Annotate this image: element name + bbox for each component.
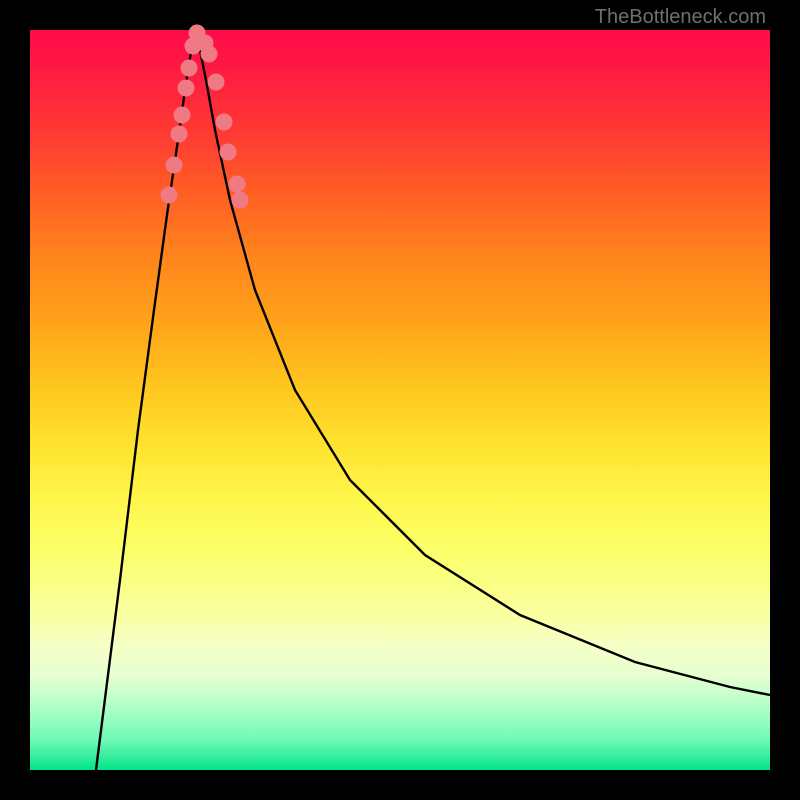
data-markers — [161, 25, 249, 209]
curve-layer — [30, 30, 770, 770]
data-point — [216, 114, 233, 131]
data-point — [166, 157, 183, 174]
outer-frame: TheBottleneck.com — [0, 0, 800, 800]
data-point — [174, 107, 191, 124]
data-point — [208, 74, 225, 91]
data-point — [229, 176, 246, 193]
data-point — [220, 144, 237, 161]
data-point — [161, 187, 178, 204]
data-point — [181, 60, 198, 77]
data-point — [201, 46, 218, 63]
data-point — [232, 192, 249, 209]
brand-label: TheBottleneck.com — [595, 6, 766, 29]
data-point — [171, 126, 188, 143]
data-point — [178, 80, 195, 97]
curve-right — [196, 30, 770, 695]
